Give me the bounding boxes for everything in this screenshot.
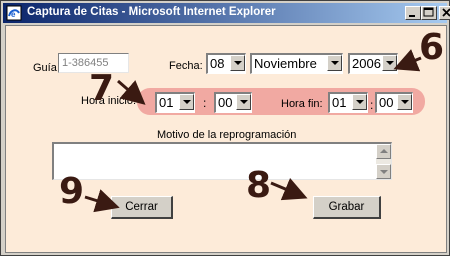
hora-fin-hour-select[interactable]: 01 [328,92,368,113]
ie-page-icon: e [6,5,22,21]
textarea-scrollbar[interactable] [376,144,391,179]
hora-inicio-minute-value: 00 [218,95,233,110]
fecha-month-select[interactable]: Noviembre [250,53,343,74]
chevron-down-icon[interactable] [236,94,251,110]
hora-fin-label: Hora fin: [281,98,323,110]
fecha-month-value: Noviembre [254,56,317,71]
hora-fin-hour-value: 01 [332,95,347,110]
hora-fin-minute-value: 00 [379,95,394,110]
scroll-up-icon[interactable] [376,144,391,159]
motivo-textarea[interactable] [52,142,392,180]
cerrar-button[interactable]: Cerrar [111,196,173,219]
fecha-year-select[interactable]: 2006 [348,53,398,74]
maximize-button[interactable] [421,6,437,20]
maximize-icon [423,7,434,17]
chevron-down-icon[interactable] [352,94,367,110]
grabar-button[interactable]: Grabar [313,196,381,219]
minimize-icon [409,15,415,17]
hora-inicio-minute-select[interactable]: 00 [214,92,252,113]
close-button[interactable] [439,6,450,20]
hora-fin-separator: : [370,98,374,112]
hora-fin-minute-select[interactable]: 00 [375,92,413,113]
annotation-8: 8 [246,165,272,206]
guia-label: Guía [33,62,57,74]
chevron-down-icon[interactable] [382,55,397,71]
fecha-day-value: 08 [210,56,225,71]
minimize-button[interactable] [405,6,421,20]
close-icon [442,8,450,17]
hora-inicio-hour-value: 01 [159,95,174,110]
annotation-7: 7 [89,68,115,109]
hora-inicio-hour-select[interactable]: 01 [155,92,195,113]
motivo-label: Motivo de la reprogramación [157,129,297,141]
scroll-down-icon[interactable] [376,164,391,179]
chevron-down-icon[interactable] [230,55,245,71]
window-title: Captura de Citas - Microsoft Internet Ex… [27,6,276,18]
fecha-label: Fecha: [169,60,203,72]
browser-window: e Captura de Citas - Microsoft Internet … [0,0,450,256]
chevron-down-icon[interactable] [397,94,412,110]
hora-inicio-separator: : [203,96,207,110]
chevron-down-icon[interactable] [327,55,342,71]
fecha-day-select[interactable]: 08 [206,53,246,74]
title-bar[interactable]: e Captura de Citas - Microsoft Internet … [3,3,450,23]
svg-text:e: e [11,10,16,19]
chevron-down-icon[interactable] [179,94,194,110]
fecha-year-value: 2006 [352,56,381,71]
annotation-9: 9 [59,171,85,212]
annotation-6: 6 [419,27,445,68]
